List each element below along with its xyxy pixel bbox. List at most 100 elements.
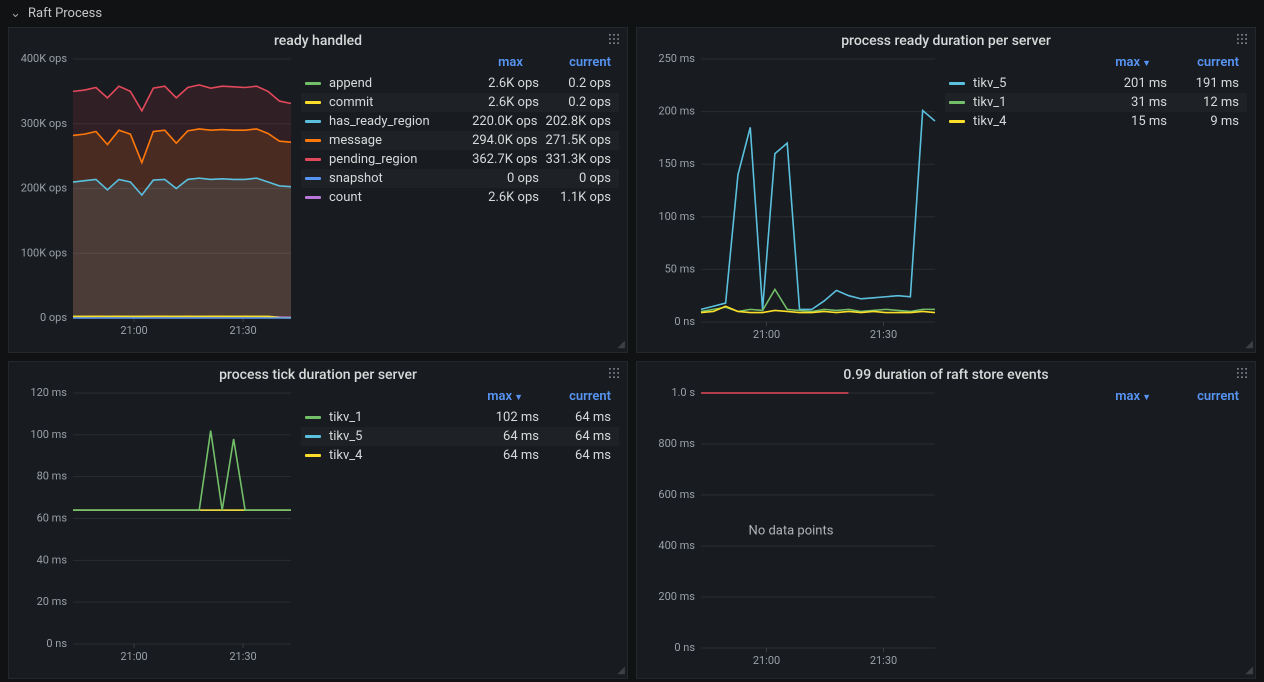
legend-name: snapshot: [329, 171, 467, 186]
legend-max: 31 ms: [1103, 95, 1167, 110]
legend-max: 294.0K ops: [472, 133, 537, 148]
svg-text:200 ms: 200 ms: [658, 590, 695, 603]
svg-text:0 ns: 0 ns: [674, 315, 695, 328]
panel-process-tick-duration: process tick duration per server 0 ns20 …: [8, 361, 628, 679]
legend-current: 0 ops: [547, 171, 611, 186]
svg-text:250 ms: 250 ms: [658, 53, 695, 65]
legend-row[interactable]: tikv_131 ms12 ms: [945, 93, 1247, 112]
panel-title[interactable]: process tick duration per server: [9, 362, 627, 387]
sort-desc-icon: ▼: [1142, 59, 1151, 69]
legend-current: 271.5K ops: [546, 133, 611, 148]
legend-header-max[interactable]: max▼: [459, 389, 523, 404]
legend-row[interactable]: append2.6K ops0.2 ops: [301, 74, 619, 93]
legend-swatch: [305, 139, 321, 142]
panel-menu-icon[interactable]: [1235, 32, 1249, 50]
svg-text:600 ms: 600 ms: [658, 488, 695, 501]
svg-text:21:00: 21:00: [753, 654, 780, 667]
legend-header-current[interactable]: current: [1175, 55, 1239, 70]
legend-swatch: [305, 435, 321, 438]
legend-row[interactable]: pending_region362.7K ops331.3K ops: [301, 150, 619, 169]
legend-current: 202.8K ops: [546, 114, 611, 129]
legend-name: message: [329, 133, 464, 148]
legend-row[interactable]: tikv_1102 ms64 ms: [301, 408, 619, 427]
svg-text:50 ms: 50 ms: [665, 262, 696, 275]
panel-menu-icon[interactable]: [607, 32, 621, 50]
legend-name: tikv_1: [329, 410, 467, 425]
svg-text:21:30: 21:30: [870, 328, 897, 341]
panel-menu-icon[interactable]: [607, 366, 621, 384]
legend-row[interactable]: snapshot 0 ops 0 ops: [301, 169, 619, 188]
legend-header-max[interactable]: max: [459, 55, 523, 70]
legend: max current append2.6K ops0.2 opscommit2…: [295, 53, 619, 348]
legend: max▼ current tikv_5201 ms191 mstikv_131 …: [939, 53, 1247, 348]
legend-header-current[interactable]: current: [1175, 389, 1239, 404]
legend: max▼ current tikv_1102 ms64 mstikv_564 m…: [295, 387, 619, 674]
svg-text:800 ms: 800 ms: [658, 437, 695, 450]
legend-header-max[interactable]: max▼: [1087, 55, 1151, 70]
svg-text:21:30: 21:30: [229, 324, 256, 337]
legend-max: 64 ms: [475, 448, 539, 463]
legend-name: tikv_5: [973, 76, 1095, 91]
legend-max: 0 ops: [475, 171, 539, 186]
legend-swatch: [305, 196, 321, 199]
legend-max: 15 ms: [1103, 114, 1167, 129]
panel-title[interactable]: process ready duration per server: [637, 28, 1255, 53]
panel-grid: ready handled 0 ops100K ops200K ops300K …: [0, 27, 1264, 679]
chart[interactable]: 0 ops100K ops200K ops300K ops400K ops21:…: [15, 53, 295, 348]
panel-title[interactable]: 0.99 duration of raft store events: [637, 362, 1255, 387]
chart[interactable]: 0 ns 50 ms 100 ms 150 ms 200 ms 250 ms 21:00 21…: [643, 53, 939, 348]
panel-process-ready-duration: process ready duration per server 0 ns 50…: [636, 27, 1256, 353]
svg-text:200 ms: 200 ms: [658, 105, 695, 118]
legend-current: 1.1K ops: [547, 190, 611, 205]
svg-text:150 ms: 150 ms: [658, 157, 695, 170]
legend-current: 12 ms: [1175, 95, 1239, 110]
chart[interactable]: 0 ns200 ms400 ms600 ms800 ms1.0 s21:0021…: [643, 387, 939, 674]
svg-text:21:00: 21:00: [753, 328, 780, 341]
legend-header-current[interactable]: current: [547, 55, 611, 70]
legend-row[interactable]: count 2.6K ops 1.1K ops: [301, 188, 619, 207]
legend-row[interactable]: tikv_564 ms64 ms: [301, 427, 619, 446]
svg-text:300K ops: 300K ops: [21, 117, 68, 130]
row-header[interactable]: ⌄ Raft Process: [0, 0, 1264, 27]
svg-text:100 ms: 100 ms: [30, 428, 67, 441]
svg-text:400 ms: 400 ms: [658, 539, 695, 552]
legend-header-max[interactable]: max▼: [1087, 389, 1151, 404]
legend-name: tikv_5: [329, 429, 467, 444]
legend-row[interactable]: commit2.6K ops0.2 ops: [301, 93, 619, 112]
chevron-down-icon: ⌄: [10, 6, 20, 21]
legend-swatch: [305, 101, 321, 104]
legend-swatch: [305, 120, 321, 123]
legend-max: 2.6K ops: [475, 95, 539, 110]
legend-header-current[interactable]: current: [547, 389, 611, 404]
legend-row[interactable]: message 294.0K ops 271.5K ops: [301, 131, 619, 150]
sort-desc-icon: ▼: [514, 393, 523, 403]
legend-row[interactable]: tikv_464 ms64 ms: [301, 446, 619, 465]
legend-swatch: [305, 82, 321, 85]
sort-desc-icon: ▼: [1142, 393, 1151, 403]
legend-swatch: [305, 158, 321, 161]
svg-text:20 ms: 20 ms: [37, 595, 68, 608]
legend-name: count: [329, 190, 467, 205]
legend-row[interactable]: tikv_5201 ms191 ms: [945, 74, 1247, 93]
legend-swatch: [305, 454, 321, 457]
legend-current: 0.2 ops: [547, 95, 611, 110]
legend-max: 2.6K ops: [475, 190, 539, 205]
svg-text:21:00: 21:00: [120, 324, 147, 337]
svg-text:21:00: 21:00: [120, 650, 147, 663]
panel-menu-icon[interactable]: [1235, 366, 1249, 384]
legend-row[interactable]: tikv_415 ms9 ms: [945, 112, 1247, 131]
legend-swatch: [305, 416, 321, 419]
legend-name: tikv_4: [973, 114, 1095, 129]
svg-text:100 ms: 100 ms: [658, 210, 695, 223]
row-title: Raft Process: [28, 6, 102, 21]
legend-swatch: [949, 82, 965, 85]
legend-name: append: [329, 76, 467, 91]
panel-ready-handled: ready handled 0 ops100K ops200K ops300K …: [8, 27, 628, 353]
legend-row[interactable]: has_ready_region220.0K ops202.8K ops: [301, 112, 619, 131]
panel-title[interactable]: ready handled: [9, 28, 627, 53]
legend-current: 331.3K ops: [546, 152, 611, 167]
panel-raft-store-events: 0.99 duration of raft store events 0 ns2…: [636, 361, 1256, 679]
legend-max: 220.0K ops: [472, 114, 537, 129]
chart[interactable]: 0 ns20 ms40 ms60 ms80 ms100 ms120 ms21:0…: [15, 387, 295, 674]
legend-name: tikv_4: [329, 448, 467, 463]
